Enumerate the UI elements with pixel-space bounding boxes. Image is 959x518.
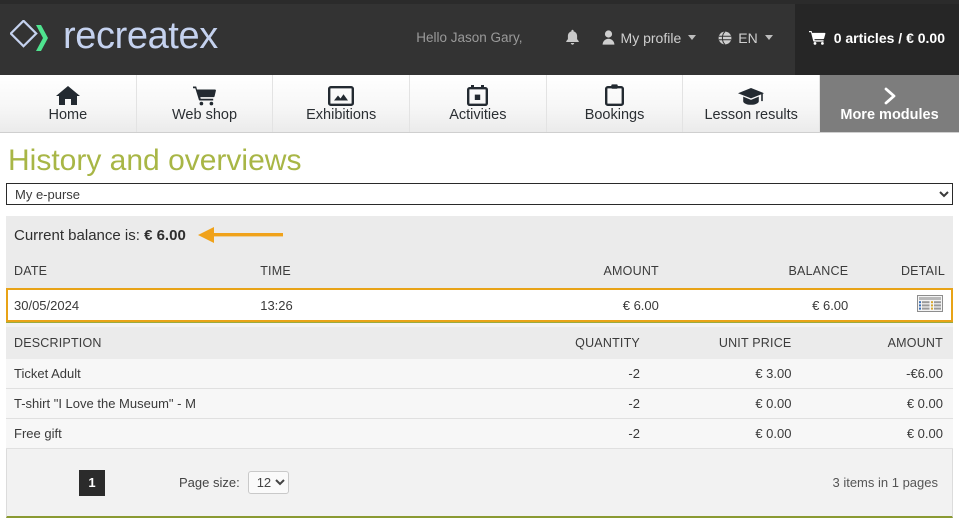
cell-unit-price: € 0.00 xyxy=(650,419,802,449)
cell-detail xyxy=(858,288,953,322)
nav-label-web-shop: Web shop xyxy=(172,107,237,123)
language-label: EN xyxy=(738,30,757,46)
nav-label-lesson-results: Lesson results xyxy=(704,107,798,123)
nav-label-activities: Activities xyxy=(449,107,506,123)
page-title: History and overviews xyxy=(0,133,959,183)
cell-description: Ticket Adult xyxy=(6,359,498,389)
nav-label-home: Home xyxy=(48,107,87,123)
col-unit-price: UNIT PRICE xyxy=(650,327,802,359)
cart-icon xyxy=(809,30,826,45)
nav-label-bookings: Bookings xyxy=(585,107,645,123)
nav-item-exhibitions[interactable]: Exhibitions xyxy=(273,75,410,132)
cell-unit-price: € 3.00 xyxy=(650,359,802,389)
picture-icon xyxy=(328,84,354,106)
cell-balance: € 6.00 xyxy=(669,288,858,322)
clipboard-icon xyxy=(605,84,624,106)
cell-date: 30/05/2024 xyxy=(6,288,252,322)
calendar-icon xyxy=(467,84,488,106)
table-row: T-shirt "I Love the Museum" - M -2 € 0.0… xyxy=(6,389,953,419)
my-profile-menu[interactable]: My profile xyxy=(602,30,697,46)
cell-quantity: -2 xyxy=(498,419,650,449)
table-row[interactable]: 30/05/2024 13:26 € 6.00 € 6.00 xyxy=(6,288,953,322)
page-content: History and overviews My e-purse Current… xyxy=(0,133,959,518)
cart-icon xyxy=(193,84,217,106)
table-row: Free gift -2 € 0.00 € 0.00 xyxy=(6,419,953,449)
page-button-1[interactable]: 1 xyxy=(79,470,105,496)
nav-label-exhibitions: Exhibitions xyxy=(306,107,376,123)
user-icon xyxy=(602,30,615,45)
cell-description: Free gift xyxy=(6,419,498,449)
graduation-cap-icon xyxy=(738,84,764,106)
cell-amount: € 0.00 xyxy=(801,389,953,419)
top-header: recreatex Hello Jason Gary, My profile xyxy=(0,0,959,75)
epurse-select-wrapper: My e-purse xyxy=(0,183,959,205)
cart-label: 0 articles / € 0.00 xyxy=(834,30,945,46)
nav-item-home[interactable]: Home xyxy=(0,75,137,132)
nav-item-bookings[interactable]: Bookings xyxy=(547,75,684,132)
cart-button[interactable]: 0 articles / € 0.00 xyxy=(795,0,959,75)
chevron-down-icon xyxy=(688,35,696,40)
details-table-wrapper: DESCRIPTION QUANTITY UNIT PRICE AMOUNT T… xyxy=(0,327,959,449)
table-row: Ticket Adult -2 € 3.00 -€6.00 xyxy=(6,359,953,389)
cell-quantity: -2 xyxy=(498,389,650,419)
report-grid-icon[interactable] xyxy=(917,295,943,312)
cell-unit-price: € 0.00 xyxy=(650,389,802,419)
logo[interactable]: recreatex xyxy=(10,17,218,58)
transactions-table: DATE TIME AMOUNT BALANCE DETAIL 30/05/20… xyxy=(6,254,953,322)
col-quantity: QUANTITY xyxy=(498,327,650,359)
bell-icon[interactable] xyxy=(565,29,580,46)
nav-item-lesson-results[interactable]: Lesson results xyxy=(683,75,820,132)
balance-prefix: Current balance is: xyxy=(14,227,140,244)
page-size-label: Page size: xyxy=(179,475,240,490)
chevron-right-icon xyxy=(880,84,900,106)
diamond-chevron-logo-icon xyxy=(10,20,54,56)
cell-amount: € 6.00 xyxy=(498,288,668,322)
cell-time: 13:26 xyxy=(252,288,498,322)
greeting-text: Hello Jason Gary, xyxy=(416,30,522,45)
logo-text: recreatex xyxy=(63,17,218,58)
nav-item-more-modules[interactable]: More modules xyxy=(820,75,959,132)
epurse-select[interactable]: My e-purse xyxy=(6,183,953,205)
col-time: TIME xyxy=(252,254,498,288)
page-size-select[interactable]: 12 xyxy=(248,471,289,494)
details-header-row: DESCRIPTION QUANTITY UNIT PRICE AMOUNT xyxy=(6,327,953,359)
col-description: DESCRIPTION xyxy=(6,327,498,359)
main-navigation: Home Web shop Exhibitions xyxy=(0,75,959,133)
language-menu[interactable]: EN xyxy=(718,30,772,46)
cell-quantity: -2 xyxy=(498,359,650,389)
globe-icon xyxy=(718,31,732,45)
transactions-header-row: DATE TIME AMOUNT BALANCE DETAIL xyxy=(6,254,953,288)
items-count-info: 3 items in 1 pages xyxy=(832,475,942,490)
col-balance: BALANCE xyxy=(669,254,858,288)
balance-value: € 6.00 xyxy=(144,227,186,244)
nav-label-more-modules: More modules xyxy=(840,107,938,123)
nav-item-web-shop[interactable]: Web shop xyxy=(137,75,274,132)
col-date: DATE xyxy=(6,254,252,288)
col-amount: AMOUNT xyxy=(801,327,953,359)
col-amount: AMOUNT xyxy=(498,254,668,288)
cell-amount: € 0.00 xyxy=(801,419,953,449)
my-profile-label: My profile xyxy=(621,30,682,46)
col-detail: DETAIL xyxy=(858,254,953,288)
transactions-table-wrapper: DATE TIME AMOUNT BALANCE DETAIL 30/05/20… xyxy=(0,254,959,322)
cell-description: T-shirt "I Love the Museum" - M xyxy=(6,389,498,419)
current-balance-bar: Current balance is: € 6.00 xyxy=(6,216,953,254)
home-icon xyxy=(56,84,80,106)
balance-text: Current balance is: € 6.00 xyxy=(14,227,186,244)
left-arrow-annotation-icon xyxy=(198,225,283,245)
details-table: DESCRIPTION QUANTITY UNIT PRICE AMOUNT T… xyxy=(6,327,953,449)
header-right-group: Hello Jason Gary, My profile xyxy=(416,0,959,75)
pagination-bar: 1 Page size: 12 3 items in 1 pages xyxy=(6,449,953,518)
chevron-down-icon xyxy=(765,35,773,40)
nav-item-activities[interactable]: Activities xyxy=(410,75,547,132)
cell-amount: -€6.00 xyxy=(801,359,953,389)
